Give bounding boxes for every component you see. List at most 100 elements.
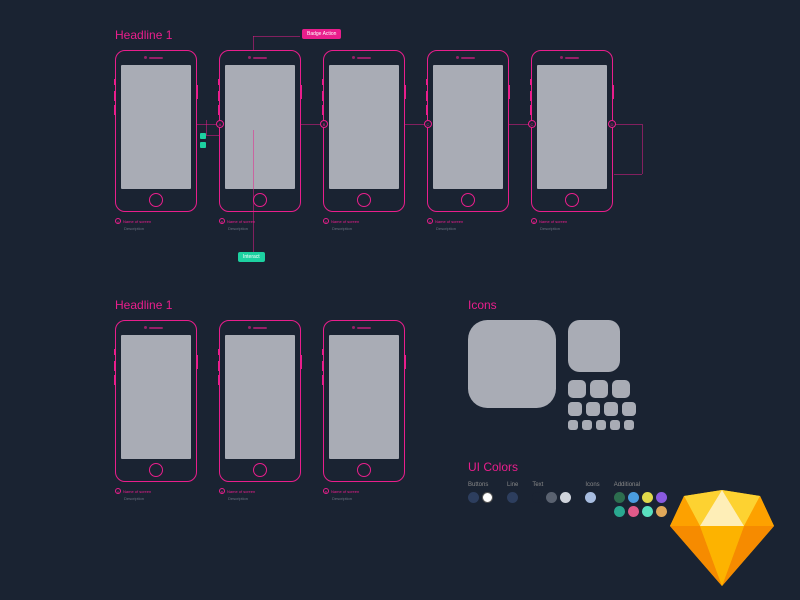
phone-desc-label: Description [228, 226, 301, 232]
phone-side-button [218, 375, 220, 385]
phone-number-badge: B [219, 488, 225, 494]
phone-screen [329, 65, 399, 189]
phone-speaker [565, 57, 579, 59]
phone-side-button [322, 375, 324, 385]
phone-screen [225, 335, 295, 459]
phone-camera [456, 56, 459, 59]
phone-desc-label: Description [332, 496, 405, 502]
phone-side-button [426, 91, 428, 101]
phone-frame [219, 320, 301, 482]
connector [206, 135, 220, 136]
phone-home-button [357, 463, 371, 477]
color-group: Line [507, 482, 518, 503]
color-row [532, 492, 571, 503]
phone-side-button [196, 85, 198, 99]
phone-camera [352, 326, 355, 329]
phone-side-button [114, 375, 116, 385]
color-group-label: Line [507, 482, 518, 488]
app-icon-xxs [568, 420, 578, 430]
phone-side-button [530, 91, 532, 101]
app-icon-xs [568, 402, 582, 416]
phone-camera [144, 56, 147, 59]
app-icon-small [590, 380, 608, 398]
color-swatch [560, 492, 571, 503]
color-row [614, 492, 667, 503]
phone-screen [121, 335, 191, 459]
phone-side-button [300, 85, 302, 99]
phone-camera [144, 326, 147, 329]
phone-name-label: Name of screen [123, 489, 151, 494]
connector-node: C [528, 120, 536, 128]
colors-title: UI Colors [468, 460, 518, 474]
phone-caption: BName of screenDescription [219, 218, 301, 233]
phone-caption: CName of screenDescription [323, 218, 405, 233]
phone-side-button [114, 361, 116, 371]
phone-frame [531, 50, 613, 212]
phone-frame [323, 50, 405, 212]
color-row [585, 492, 599, 503]
phone-number-badge: A [115, 218, 121, 224]
connector-node: B [320, 120, 328, 128]
teal-marker [200, 133, 206, 139]
phone-mockup: CName of screenDescription [427, 50, 509, 233]
phone-number-badge: A [115, 488, 121, 494]
phone-caption: AName of screenDescription [115, 218, 197, 233]
color-swatch [614, 492, 625, 503]
phone-mockup: BName of screenDescription [219, 50, 301, 233]
phone-side-button [114, 105, 116, 115]
badge-action: Badge Action [302, 29, 341, 39]
phone-speaker [253, 57, 267, 59]
phone-number-badge: D [531, 218, 537, 224]
phone-side-button [322, 91, 324, 101]
phone-speaker [149, 57, 163, 59]
phone-row-top: AName of screenDescriptionBName of scree… [115, 50, 613, 233]
phone-mockup: BName of screenDescription [219, 320, 301, 503]
phone-speaker [253, 327, 267, 329]
phone-speaker [149, 327, 163, 329]
phone-side-button [218, 79, 220, 85]
color-swatch [585, 492, 596, 503]
phone-number-badge: B [323, 488, 329, 494]
phone-home-button [357, 193, 371, 207]
phone-side-button [218, 361, 220, 371]
phone-camera [560, 56, 563, 59]
app-icon-xs [586, 402, 600, 416]
phone-side-button [300, 355, 302, 369]
phone-camera [248, 56, 251, 59]
teal-marker [200, 142, 206, 148]
phone-speaker [357, 327, 371, 329]
phone-screen [225, 65, 295, 189]
color-swatch [468, 492, 479, 503]
color-group: Additional [614, 482, 667, 517]
color-group-label: Icons [585, 482, 599, 488]
color-group-label: Additional [614, 482, 667, 488]
color-group: Icons [585, 482, 599, 503]
phone-caption: DName of screenDescription [531, 218, 613, 233]
phone-home-button [253, 463, 267, 477]
color-swatch [546, 492, 557, 503]
color-swatch [532, 492, 543, 503]
headline-bottom: Headline 1 [115, 298, 172, 312]
phone-row-bottom: AName of screenDescriptionBName of scree… [115, 320, 405, 503]
phone-name-label: Name of screen [227, 489, 255, 494]
phone-camera [352, 56, 355, 59]
phone-home-button [253, 193, 267, 207]
phone-speaker [461, 57, 475, 59]
app-icon-xxs [596, 420, 606, 430]
phone-side-button [612, 85, 614, 99]
phone-caption: AName of screenDescription [115, 488, 197, 503]
color-swatch [507, 492, 518, 503]
phone-home-button [565, 193, 579, 207]
color-row [507, 492, 518, 503]
connector-node: A [216, 120, 224, 128]
phone-side-button [218, 349, 220, 355]
phone-frame [323, 320, 405, 482]
phone-desc-label: Description [436, 226, 509, 232]
phone-mockup: AName of screenDescription [115, 320, 197, 503]
phone-side-button [530, 105, 532, 115]
phone-frame [219, 50, 301, 212]
phone-name-label: Name of screen [539, 219, 567, 224]
phone-side-button [114, 349, 116, 355]
app-icon-large [468, 320, 556, 408]
app-icon-small [612, 380, 630, 398]
